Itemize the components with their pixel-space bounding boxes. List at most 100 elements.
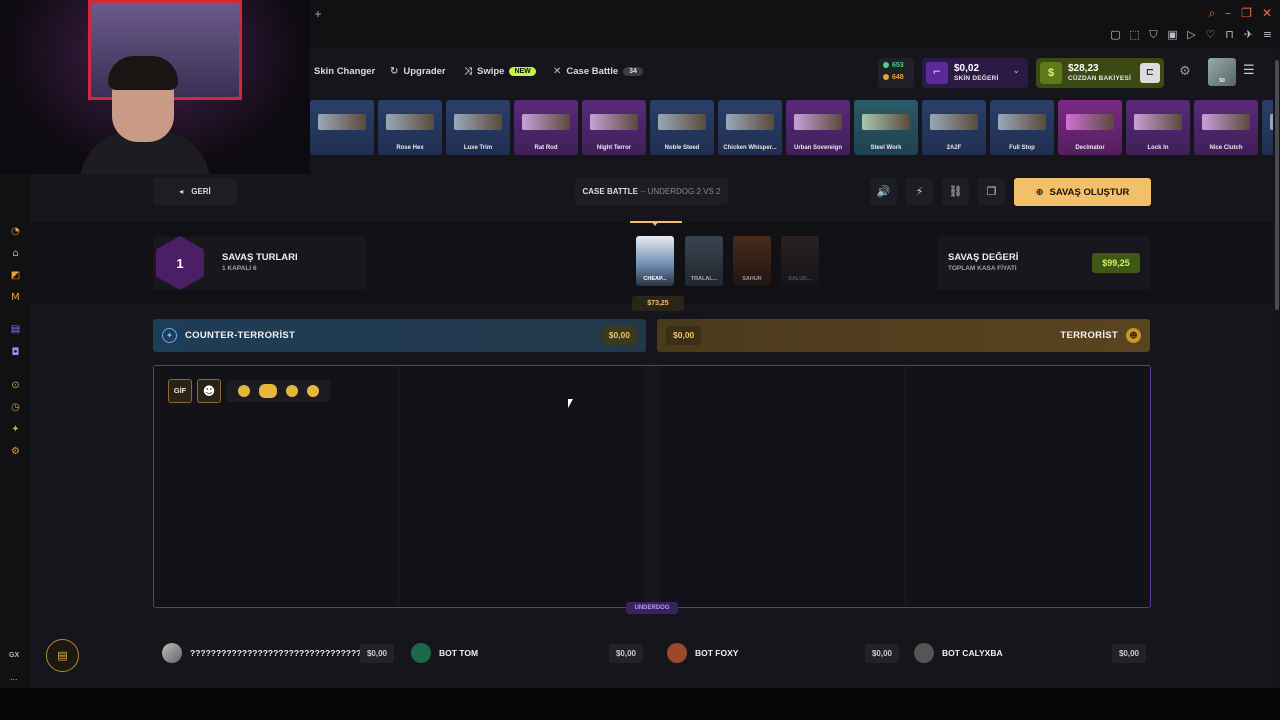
skin-card[interactable]: Rose Hex [378, 100, 442, 155]
play-icon[interactable]: ▷ [1185, 28, 1198, 41]
emoji-grin-icon[interactable] [307, 385, 320, 397]
settings-icon[interactable]: ⚙ [9, 445, 22, 458]
weapon-icon [658, 114, 706, 130]
skin-name: Luxe Trim [463, 145, 493, 151]
skin-card[interactable] [310, 100, 374, 155]
nav-label: Skin Changer [314, 66, 376, 77]
wallet-box[interactable]: $ $28,23 CÜZDAN BAKİYESİ ⊏ [1036, 58, 1164, 88]
discord-icon[interactable]: ◘ [9, 346, 22, 359]
online-green-count: 653 [892, 62, 904, 69]
skin-name: Full Stop [1009, 145, 1035, 151]
lightning-icon[interactable]: ⚡ [906, 178, 933, 205]
camera-icon[interactable]: ▢ [1109, 28, 1122, 41]
player-name: ???????????????????????????????????? [190, 648, 360, 658]
gear-icon[interactable]: ⚙ [1176, 63, 1194, 81]
nav-label: Case Battle [566, 66, 619, 77]
back-button[interactable]: ◂ GERİ [153, 178, 237, 205]
online-orange-count: 648 [892, 74, 904, 81]
wallet-label: CÜZDAN BAKİYESİ [1068, 75, 1131, 82]
emoji-sad-icon[interactable] [237, 385, 250, 397]
webcam-overlay [0, 0, 310, 174]
link-icon[interactable]: ⛓ [942, 178, 969, 205]
avatar [914, 643, 934, 663]
create-battle-button[interactable]: ⊕ SAVAŞ OLUŞTUR [1014, 178, 1151, 206]
close-icon[interactable]: ✕ [1262, 6, 1272, 21]
m-icon[interactable]: M [9, 291, 22, 304]
skin-card[interactable]: Noble Steed [650, 100, 714, 155]
browser-menu-icon[interactable]: ≡ [1261, 28, 1274, 41]
emoji-icon[interactable]: ☻ [197, 379, 221, 403]
skin-card[interactable]: Night Terror [582, 100, 646, 155]
dial-icon[interactable]: ◩ [9, 269, 22, 282]
weapon-icon [998, 114, 1046, 130]
speed-icon[interactable]: ◔ [9, 225, 22, 238]
skin-name: Chicken Whisper... [723, 145, 777, 151]
webcam-person-hair [108, 56, 178, 90]
skin-card[interactable]: Full Stop [990, 100, 1054, 155]
clock-icon[interactable]: ◷ [9, 401, 22, 414]
hamburger-menu-icon[interactable]: ☰ [1243, 64, 1257, 78]
emoji-hands-icon[interactable] [258, 384, 277, 398]
gif-button[interactable]: GİF [168, 379, 192, 403]
box-icon[interactable]: ▣ [1166, 28, 1179, 41]
twitch-icon[interactable]: ▤ [9, 323, 22, 336]
nav-upgrader[interactable]: ↻ Upgrader [390, 66, 446, 77]
nav-label: Upgrader [403, 66, 446, 77]
nav-case-battle[interactable]: ✕ Case Battle 34 [553, 66, 643, 77]
bag-icon[interactable]: ⌂ [9, 247, 22, 260]
skin-card[interactable]: Decimator [1058, 100, 1122, 155]
upgrader-icon: ↻ [390, 66, 399, 77]
shield-icon[interactable]: ⛉ [1147, 28, 1160, 41]
skin-card[interactable]: Steel Work [854, 100, 918, 155]
minimize-icon[interactable]: – [1225, 6, 1231, 21]
bag-icon[interactable]: ⊓ [1223, 28, 1236, 41]
window-controls: ⌕ – ❐ ✕ [1208, 6, 1272, 21]
copy-icon[interactable]: ❐ [978, 178, 1005, 205]
deposit-icon[interactable]: ⊏ [1140, 63, 1160, 83]
t-team-name: TERRORİST [1060, 330, 1118, 341]
skin-card[interactable]: Chicken Whisper... [718, 100, 782, 155]
skin-card[interactable]: Rat Rod [514, 100, 578, 155]
avatar[interactable]: 50 [1208, 58, 1236, 86]
avatar [667, 643, 687, 663]
maximize-icon[interactable]: ❐ [1241, 6, 1252, 21]
case-thumb[interactable]: CHEAP... [636, 236, 674, 286]
search-icon[interactable]: ⌕ [1208, 6, 1215, 21]
more-icon[interactable]: ... [10, 672, 18, 682]
skin-name: Lock In [1147, 145, 1169, 151]
emoji-tray [227, 380, 330, 402]
team-separator [644, 366, 660, 607]
skin-card[interactable]: Lock In [1126, 100, 1190, 155]
ai-icon[interactable]: ✈ [1242, 28, 1255, 41]
extension-icon[interactable]: ✦ [9, 423, 22, 436]
skin-card[interactable]: Urban Sovereign [786, 100, 850, 155]
skin-card[interactable]: Luxe Trim [446, 100, 510, 155]
skin-card[interactable]: 2A2F [922, 100, 986, 155]
scroll-thumb[interactable] [1275, 60, 1279, 310]
play-circle-icon[interactable]: ⊙ [9, 379, 22, 392]
snapshot-icon[interactable]: ⬚ [1128, 28, 1141, 41]
case-thumb[interactable]: TRALAL... [685, 236, 723, 286]
player-column-divider [398, 366, 399, 607]
nav-skin-changer[interactable]: Skin Changer [314, 66, 375, 77]
chat-icon[interactable]: ▤ [46, 639, 79, 672]
player-name: BOT FOXY [695, 648, 739, 658]
skin-name: 2A2F [946, 145, 962, 151]
case-thumb[interactable]: SALUD... [781, 236, 819, 286]
weapon-icon [1066, 114, 1114, 130]
player-name: BOT CALYXBA [942, 648, 1003, 658]
weapon-icon [1134, 114, 1182, 130]
skin-value-box[interactable]: ⌐ $0,02 SKİN DEĞERİ ⌄ [922, 58, 1028, 88]
sound-icon[interactable]: 🔊 [870, 178, 897, 205]
rounds-sub: 1 KAPALI 6 [222, 265, 257, 272]
heart-icon[interactable]: ♡ [1204, 28, 1217, 41]
new-tab-button[interactable]: + [312, 8, 324, 20]
left-rail: ◔ ⌂ ◩ M ▤ ◘ ⊙ ◷ ✦ ⚙ [0, 174, 30, 688]
emoji-wink-icon[interactable] [286, 385, 299, 397]
gx-label[interactable]: GX [9, 652, 19, 659]
skin-card[interactable]: Nice Clutch [1194, 100, 1258, 155]
nav-swipe[interactable]: ⤨ Swipe NEW [464, 66, 536, 77]
case-thumb[interactable]: SAHUR [733, 236, 771, 286]
weapon-icon [930, 114, 978, 130]
player-slot: BOT CALYXBA $0,00 [914, 640, 1146, 666]
